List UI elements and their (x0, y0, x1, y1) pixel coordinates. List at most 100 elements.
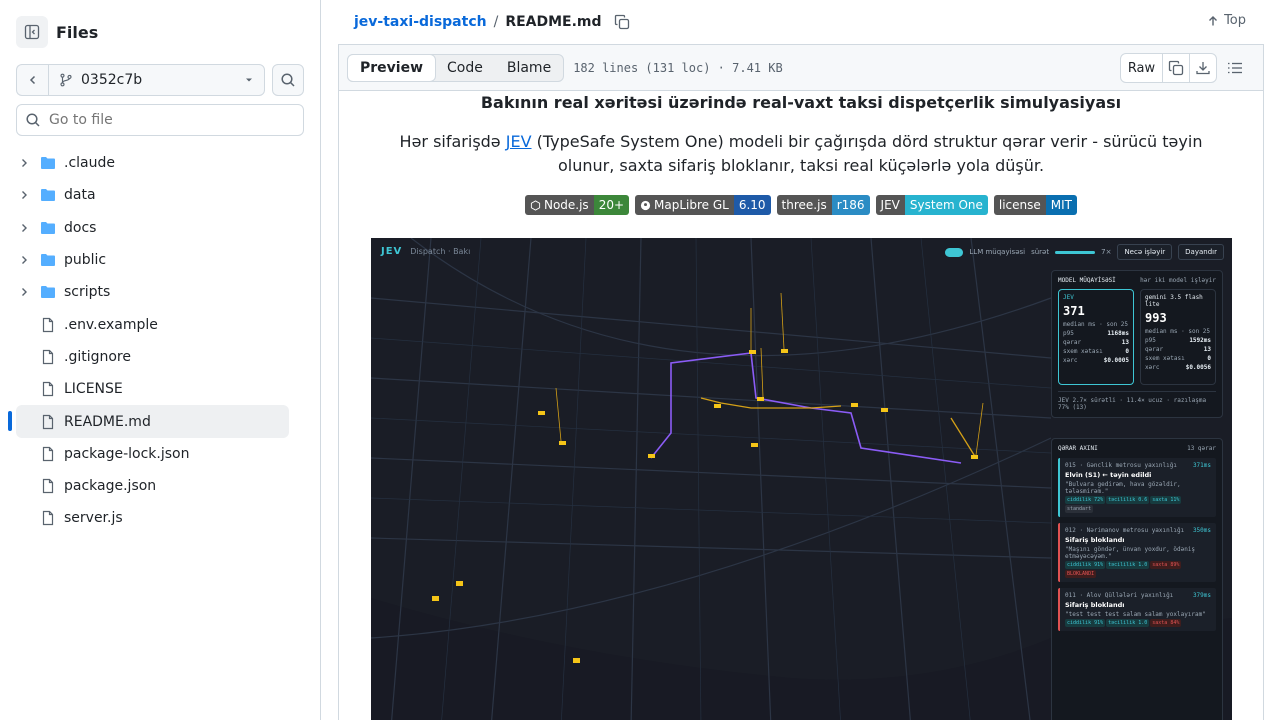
tab-preview[interactable]: Preview (347, 53, 437, 82)
jev-model-card: JEV 371 median ms · son 25 p95 1168ms qər… (1058, 289, 1134, 385)
tree-folder[interactable]: scripts (16, 276, 289, 308)
repo-link[interactable]: jev-taxi-dispatch (354, 14, 487, 30)
copy-raw-button[interactable] (1162, 54, 1189, 82)
file-icon (42, 414, 54, 429)
folder-icon (41, 189, 55, 202)
map-pin-icon (640, 200, 651, 210)
file-icon (42, 349, 54, 365)
file-info: 182 lines (131 loc) · 7.41 KB (573, 60, 783, 75)
comparison-summary: JEV 2.7× sürətli · 11.4× ucuz · razılaşm… (1058, 391, 1216, 411)
chevron-right-icon (22, 191, 27, 200)
folder-name: .claude (64, 155, 115, 172)
demo-screenshot: JEV Dispatch · Bakı LLM müqayisəsi sürət… (371, 238, 1232, 720)
tree-file[interactable]: package-lock.json (16, 438, 289, 470)
badge-threejs[interactable]: three.js r186 (776, 195, 870, 215)
badge-jev[interactable]: JEV System One (875, 195, 988, 215)
stop-button: Dayandır (1178, 244, 1224, 260)
model-panel-sub: hər iki model işləyir (1140, 277, 1216, 284)
active-indicator (8, 411, 12, 432)
folder-name: data (64, 187, 96, 204)
file-name-heading: README.md (505, 14, 602, 30)
folder-name: scripts (64, 284, 111, 301)
file-name: README.md (64, 413, 151, 430)
readme-subtitle: Bakının real xəritəsi üzərində real-vaxt… (480, 93, 1122, 112)
gemini-model-card: gemini 3.5 flash lite 993 median ms · so… (1140, 289, 1216, 385)
breadcrumb: jev-taxi-dispatch / README.md (354, 14, 630, 30)
readme-content: Bakının real xəritəsi üzərində real-vaxt… (338, 91, 1264, 720)
copy-icon (614, 14, 629, 30)
copy-icon (1168, 60, 1184, 76)
model-panel-title: MODEL MÜQAYİSƏSİ (1058, 277, 1116, 284)
outline-button[interactable] (1227, 60, 1243, 76)
dashboard-controls: LLM müqayisəsi sürət 7× Necə işləyir Day… (945, 244, 1224, 260)
dashboard-crumb: Dispatch · Bakı (410, 247, 471, 256)
dashboard-header: JEV Dispatch · Bakı (381, 246, 470, 257)
file-icon (42, 511, 54, 526)
tree-file[interactable]: LICENSE (16, 373, 289, 405)
tree-file-active[interactable]: README.md (8, 405, 289, 438)
back-to-top-link[interactable]: Top (1207, 13, 1246, 28)
sidebar-header: Files (16, 16, 98, 48)
folder-icon (41, 286, 55, 299)
flow-count: 13 qərar (1187, 445, 1216, 452)
go-to-file-input[interactable] (49, 112, 289, 128)
jev-link[interactable]: JEV (506, 132, 532, 151)
badge-nodejs[interactable]: Node.js 20+ (524, 195, 630, 215)
speed-label: sürət (1031, 248, 1050, 256)
speed-slider (1055, 250, 1096, 254)
badge-row: Node.js 20+ MapLibre GL 6.10 three.js r1… (339, 195, 1263, 215)
badge-maplibre[interactable]: MapLibre GL 6.10 (635, 195, 771, 215)
git-branch-icon (60, 73, 72, 87)
download-icon (1196, 62, 1210, 75)
back-button[interactable] (16, 64, 48, 96)
badge-license[interactable]: license MIT (993, 195, 1078, 215)
folder-icon (41, 254, 55, 267)
llm-toggle-label: LLM müqayisəsi (969, 248, 1026, 256)
file-name: server.js (64, 510, 123, 527)
file-icon (42, 446, 54, 461)
collapse-sidebar-button[interactable] (16, 16, 48, 48)
tree-file[interactable]: .gitignore (16, 341, 289, 373)
file-name: LICENSE (64, 381, 123, 398)
file-name: package-lock.json (64, 445, 190, 462)
tree-file[interactable]: .env.example (16, 308, 289, 340)
branch-row: 0352c7b (16, 64, 304, 96)
folder-icon (41, 157, 55, 170)
file-toolbar: Preview Code Blame 182 lines (131 loc) ·… (338, 44, 1264, 91)
file-icon (42, 479, 54, 494)
tree-folder[interactable]: public (16, 244, 289, 276)
arrow-up-icon (1209, 15, 1218, 25)
flow-title: QƏRAR AXINI (1058, 445, 1098, 452)
readme-description: Hər sifarişdə JEV (TypeSafe System One) … (399, 132, 1203, 175)
tree-file[interactable]: package.json (16, 470, 289, 502)
copy-path-button[interactable] (614, 14, 630, 30)
dashboard-logo: JEV (381, 246, 403, 257)
download-button[interactable] (1189, 54, 1216, 82)
file-sidebar: Files 0352c7b .claude (0, 0, 321, 720)
branch-selector[interactable]: 0352c7b (48, 64, 265, 96)
search-icon (281, 73, 295, 87)
tree-file[interactable]: server.js (16, 502, 289, 534)
breadcrumb-separator: / (493, 14, 499, 30)
folder-name: public (64, 252, 107, 269)
how-it-works-button: Necə işləyir (1117, 244, 1173, 260)
view-tabs: Preview Code Blame (347, 53, 565, 82)
sidebar-title: Files (56, 22, 99, 42)
model-comparison-panel: MODEL MÜQAYİSƏSİ hər iki model işləyir J… (1051, 270, 1223, 418)
tab-code[interactable]: Code (435, 55, 495, 81)
nodejs-icon (530, 199, 541, 211)
raw-button[interactable]: Raw (1121, 54, 1162, 82)
file-icon (42, 317, 54, 332)
decision-card: 012 · Nərimanov metrosu yaxınlığı 350ms S… (1058, 523, 1216, 582)
search-button[interactable] (272, 64, 304, 96)
branch-name: 0352c7b (81, 72, 143, 88)
decision-flow-panel: QƏRAR AXINI 13 qərar 015 · Gənclik metro… (1051, 438, 1223, 720)
tree-folder[interactable]: .claude (16, 147, 289, 179)
tree-folder[interactable]: data (16, 179, 289, 211)
search-icon (26, 113, 40, 127)
tab-blame[interactable]: Blame (495, 55, 563, 81)
list-icon (1228, 62, 1242, 74)
go-to-file-box[interactable] (16, 104, 304, 136)
app-window: Files 0352c7b .claude (0, 0, 1280, 720)
tree-folder[interactable]: docs (16, 212, 289, 244)
